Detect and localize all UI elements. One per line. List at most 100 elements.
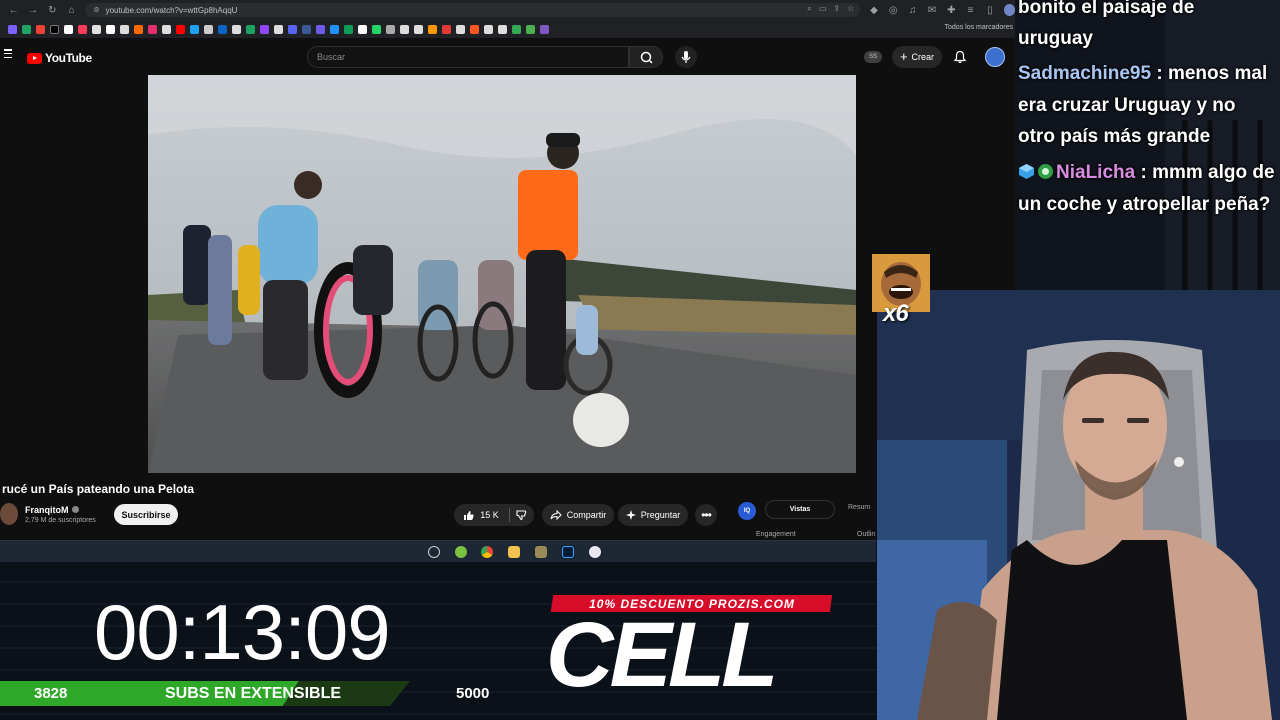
- cube-badge-icon: [1019, 164, 1034, 179]
- bookmark-icon[interactable]: [456, 24, 465, 34]
- bookmark-icon[interactable]: [330, 24, 339, 34]
- notifications-bell-icon[interactable]: [953, 50, 967, 64]
- extension-icon[interactable]: ♫: [907, 5, 918, 16]
- chat-message: uruguay: [1018, 23, 1276, 55]
- ask-label: Preguntar: [640, 510, 681, 520]
- bookmark-icon[interactable]: [8, 24, 17, 34]
- ask-button[interactable]: Preguntar: [618, 504, 688, 526]
- bookmark-icon[interactable]: [246, 24, 255, 34]
- bookmark-icon[interactable]: [176, 24, 185, 34]
- bookmark-icon[interactable]: [274, 24, 283, 34]
- bookmark-icon[interactable]: [148, 24, 157, 34]
- bookmark-icon[interactable]: [442, 24, 451, 34]
- all-bookmarks-folder[interactable]: Todos los marcadores: [945, 24, 1013, 31]
- bookmark-icon[interactable]: [106, 24, 115, 34]
- app-folder-icon[interactable]: [508, 546, 520, 558]
- video-player[interactable]: [148, 75, 856, 473]
- dislike-button[interactable]: [511, 504, 534, 526]
- cast-icon[interactable]: ▭: [819, 4, 827, 14]
- bookmark-icon[interactable]: [50, 24, 59, 34]
- bookmark-icon[interactable]: [372, 24, 381, 34]
- bookmark-icon[interactable]: [134, 24, 143, 34]
- app-discord-icon[interactable]: [589, 546, 601, 558]
- search-button[interactable]: [629, 46, 663, 68]
- bookmark-icon[interactable]: [204, 24, 213, 34]
- bookmark-icon[interactable]: [400, 24, 409, 34]
- reload-icon[interactable]: ↻: [47, 5, 58, 16]
- bookmark-icon[interactable]: [540, 24, 549, 34]
- site-info-icon[interactable]: ⚙: [93, 6, 99, 14]
- zoom-icon[interactable]: ⌕: [807, 4, 811, 14]
- bookmark-icon[interactable]: [344, 24, 353, 34]
- bookmark-icon[interactable]: [512, 24, 521, 34]
- video-title: rucé un País pateando una Pelota: [2, 482, 195, 496]
- bookmark-icon[interactable]: [22, 24, 31, 34]
- subscribe-button[interactable]: Suscribirse: [114, 504, 178, 525]
- app-clock-icon[interactable]: [428, 546, 440, 558]
- bookmark-star-icon[interactable]: ☆: [847, 4, 854, 14]
- chat-text: uruguay: [1018, 28, 1093, 49]
- bookmark-icon[interactable]: [162, 24, 171, 34]
- search-icon: [640, 51, 653, 64]
- home-icon[interactable]: ⌂: [66, 5, 77, 16]
- account-avatar[interactable]: [985, 47, 1005, 67]
- more-actions-button[interactable]: •••: [695, 504, 717, 526]
- bookmark-icon[interactable]: [484, 24, 493, 34]
- bookmark-icon[interactable]: [358, 24, 367, 34]
- bookmark-icon[interactable]: [526, 24, 535, 34]
- search-box[interactable]: [307, 46, 629, 68]
- bookmark-icon[interactable]: [64, 24, 73, 34]
- bookmark-icon[interactable]: [498, 24, 507, 34]
- tab-summary[interactable]: Resum: [848, 504, 870, 511]
- extension-logo[interactable]: IQ: [738, 502, 756, 520]
- app-photoshop-icon[interactable]: [562, 546, 574, 558]
- bookmark-icon[interactable]: [190, 24, 199, 34]
- share-button[interactable]: Compartir: [542, 504, 614, 526]
- subscriber-count: 2,79 M de suscriptores: [25, 517, 96, 524]
- sidebar-icon[interactable]: ▯: [984, 5, 995, 16]
- chat-separator: :: [1135, 162, 1153, 183]
- channel-avatar[interactable]: [0, 503, 18, 525]
- app-chrome-icon[interactable]: [481, 546, 493, 558]
- thumbs-up-icon: [464, 510, 474, 520]
- channel-name[interactable]: FranqitoM: [25, 505, 69, 515]
- ss-badge[interactable]: SS: [864, 51, 882, 63]
- bookmark-icon[interactable]: [120, 24, 129, 34]
- bookmark-icon[interactable]: [218, 24, 227, 34]
- bookmark-icon[interactable]: [288, 24, 297, 34]
- bookmark-icon[interactable]: [316, 24, 325, 34]
- search-input[interactable]: [317, 52, 628, 62]
- like-button[interactable]: 15 K: [454, 504, 508, 526]
- app-spotify-icon[interactable]: [455, 546, 467, 558]
- share-page-icon[interactable]: ⇪: [833, 4, 840, 14]
- chat-username[interactable]: Sadmachine95: [1018, 63, 1151, 84]
- extension-icon[interactable]: ✉: [926, 5, 937, 16]
- extensions-puzzle-icon[interactable]: ✚: [946, 5, 957, 16]
- tab-outline[interactable]: Outlin: [857, 531, 875, 538]
- profile-icon[interactable]: [1003, 4, 1015, 16]
- hamburger-menu-icon[interactable]: [4, 49, 12, 58]
- bookmark-icon[interactable]: [470, 24, 479, 34]
- tab-views[interactable]: Vistas: [765, 500, 835, 519]
- address-bar[interactable]: ⚙ youtube.com/watch?v=wttGp8hAqqU ⌕ ▭ ⇪ …: [85, 3, 861, 17]
- bookmark-icon[interactable]: [36, 24, 45, 34]
- reading-list-icon[interactable]: ≡: [965, 5, 976, 16]
- extension-icon[interactable]: ◆: [868, 5, 879, 16]
- bookmark-icon[interactable]: [302, 24, 311, 34]
- create-button[interactable]: + Crear: [892, 46, 942, 68]
- app-minecraft-icon[interactable]: [535, 546, 547, 558]
- voice-search-button[interactable]: [675, 46, 697, 68]
- tab-engagement[interactable]: Engagement: [756, 531, 796, 538]
- bookmark-icon[interactable]: [414, 24, 423, 34]
- bookmark-icon[interactable]: [232, 24, 241, 34]
- forward-icon[interactable]: →: [27, 5, 38, 16]
- back-icon[interactable]: ←: [8, 5, 19, 16]
- bookmark-icon[interactable]: [260, 24, 269, 34]
- bookmark-icon[interactable]: [428, 24, 437, 34]
- bookmark-icon[interactable]: [92, 24, 101, 34]
- bookmark-icon[interactable]: [386, 24, 395, 34]
- youtube-logo[interactable]: YouTube: [27, 51, 92, 65]
- bookmark-icon[interactable]: [78, 24, 87, 34]
- chat-username[interactable]: NiaLicha: [1056, 162, 1135, 183]
- extension-icon[interactable]: ◎: [888, 5, 899, 16]
